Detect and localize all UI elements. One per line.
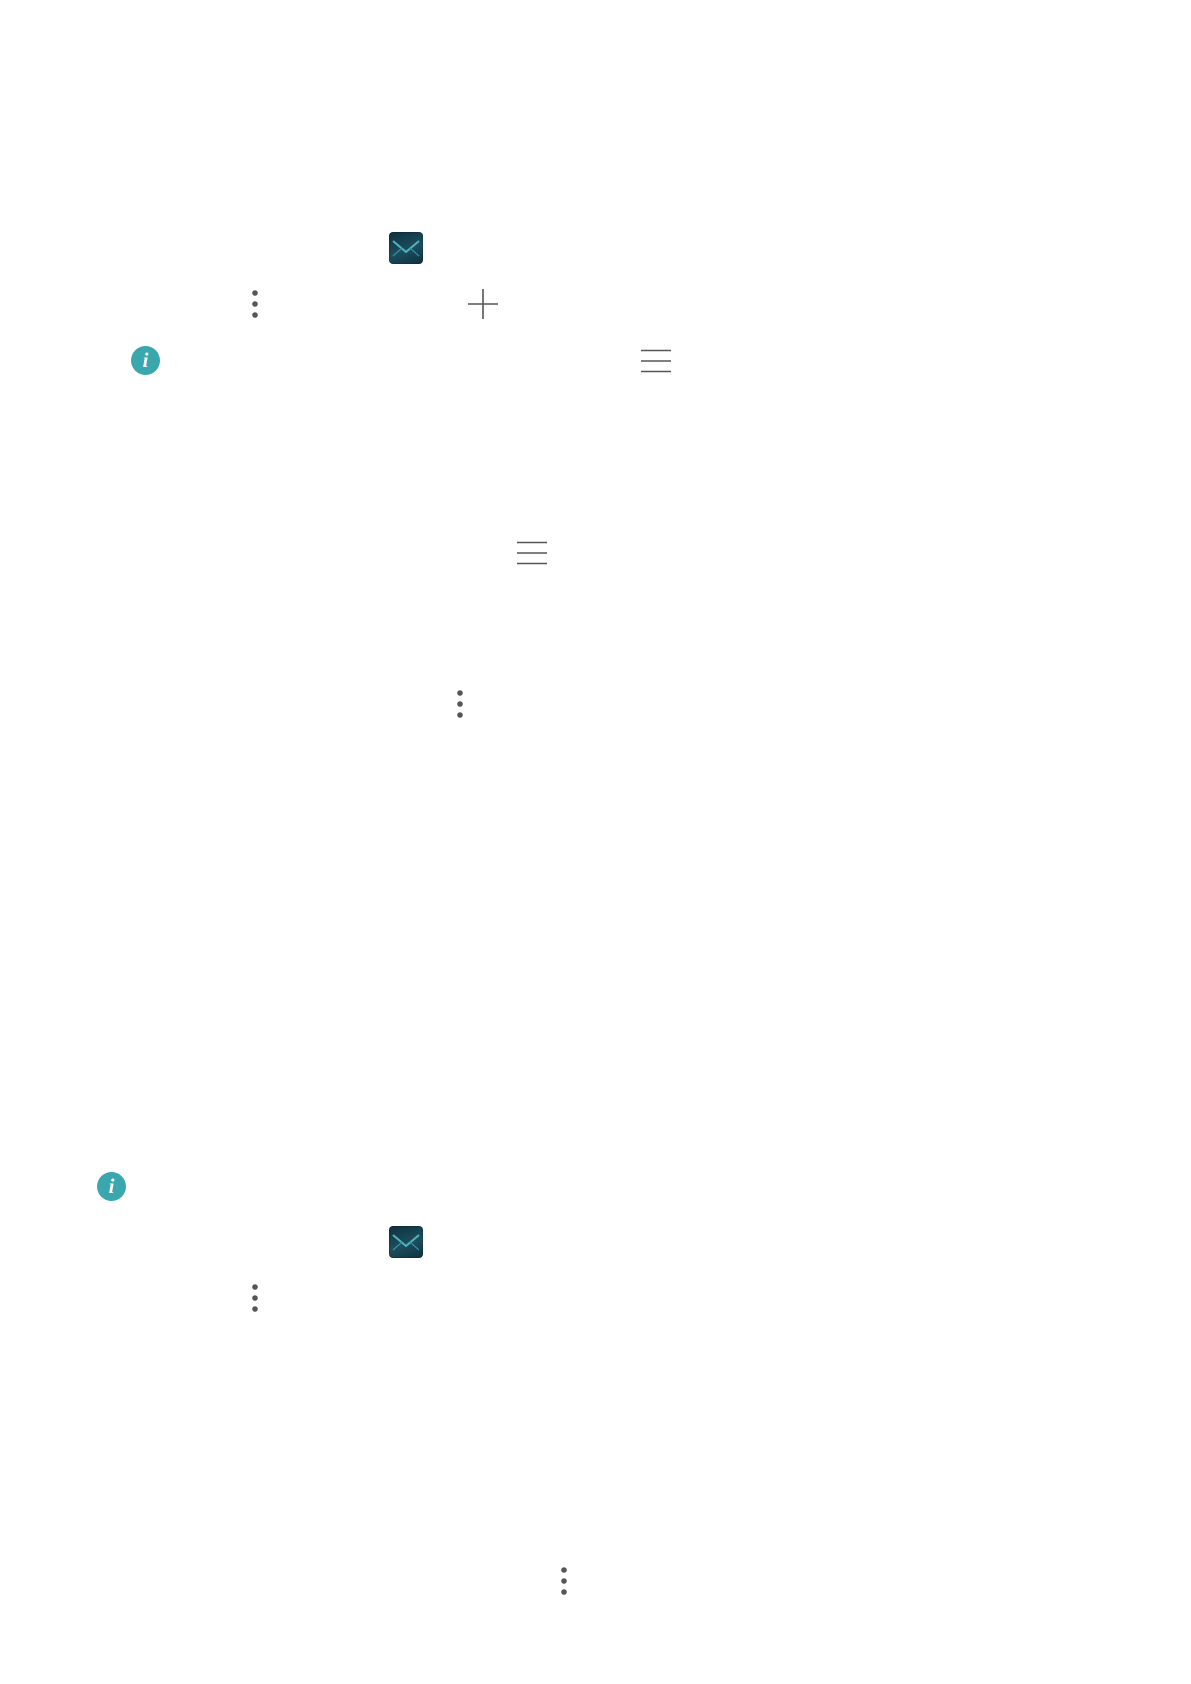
more-vertical-icon[interactable] xyxy=(251,289,259,319)
more-vertical-icon[interactable] xyxy=(560,1566,568,1596)
more-vertical-icon[interactable] xyxy=(251,1283,259,1313)
menu-icon[interactable] xyxy=(517,541,547,565)
info-icon: i xyxy=(131,346,160,375)
menu-icon[interactable] xyxy=(641,349,671,373)
email-app-icon xyxy=(389,232,423,264)
more-vertical-icon[interactable] xyxy=(456,689,464,719)
info-icon: i xyxy=(97,1172,126,1201)
email-app-icon xyxy=(389,1226,423,1258)
plus-icon[interactable] xyxy=(467,288,499,320)
